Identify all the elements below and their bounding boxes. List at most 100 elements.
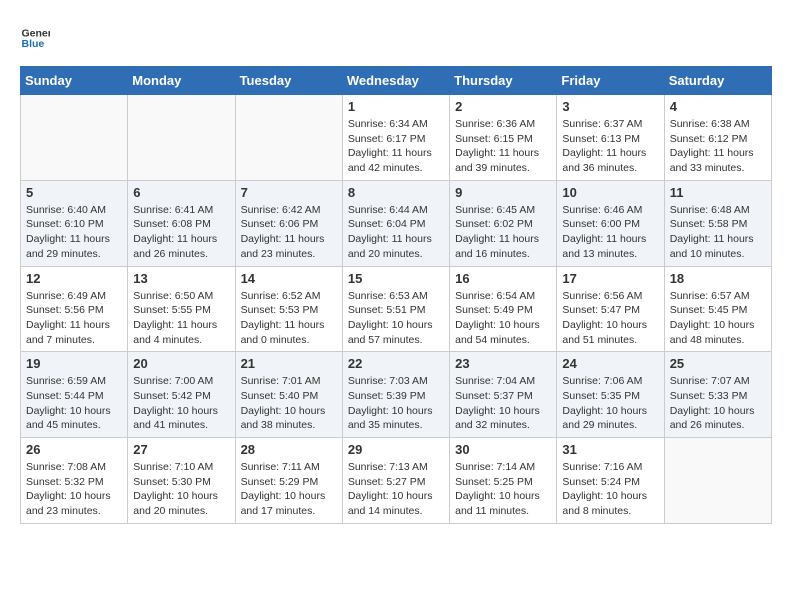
day-info: Sunrise: 6:50 AM Sunset: 5:55 PM Dayligh… [133, 289, 229, 348]
calendar-cell: 11 Sunrise: 6:48 AM Sunset: 5:58 PM Dayli… [664, 180, 771, 266]
day-number: 13 [133, 271, 229, 286]
calendar-cell [21, 95, 128, 181]
day-number: 27 [133, 442, 229, 457]
day-number: 4 [670, 99, 766, 114]
day-header-monday: Monday [128, 67, 235, 95]
day-info: Sunrise: 7:07 AM Sunset: 5:33 PM Dayligh… [670, 374, 766, 433]
day-info: Sunrise: 6:37 AM Sunset: 6:13 PM Dayligh… [562, 117, 658, 176]
day-info: Sunrise: 6:48 AM Sunset: 5:58 PM Dayligh… [670, 203, 766, 262]
day-number: 15 [348, 271, 444, 286]
header-row: SundayMondayTuesdayWednesdayThursdayFrid… [21, 67, 772, 95]
calendar-cell: 2 Sunrise: 6:36 AM Sunset: 6:15 PM Daylig… [450, 95, 557, 181]
day-info: Sunrise: 6:38 AM Sunset: 6:12 PM Dayligh… [670, 117, 766, 176]
day-info: Sunrise: 7:00 AM Sunset: 5:42 PM Dayligh… [133, 374, 229, 433]
day-number: 25 [670, 356, 766, 371]
calendar-week-1: 1Sunrise: 6:34 AM Sunset: 6:17 PM Daylig… [21, 95, 772, 181]
day-info: Sunrise: 6:53 AM Sunset: 5:51 PM Dayligh… [348, 289, 444, 348]
day-number: 9 [455, 185, 551, 200]
calendar-cell [128, 95, 235, 181]
day-info: Sunrise: 6:57 AM Sunset: 5:45 PM Dayligh… [670, 289, 766, 348]
day-number: 30 [455, 442, 551, 457]
calendar-week-5: 26 Sunrise: 7:08 AM Sunset: 5:32 PM Dayli… [21, 438, 772, 524]
day-number: 20 [133, 356, 229, 371]
day-header-tuesday: Tuesday [235, 67, 342, 95]
day-info: Sunrise: 6:46 AM Sunset: 6:00 PM Dayligh… [562, 203, 658, 262]
day-info: Sunrise: 7:11 AM Sunset: 5:29 PM Dayligh… [241, 460, 337, 519]
day-number: 6 [133, 185, 229, 200]
day-number: 11 [670, 185, 766, 200]
day-header-thursday: Thursday [450, 67, 557, 95]
calendar-cell: 31 Sunrise: 7:16 AM Sunset: 5:24 PM Dayli… [557, 438, 664, 524]
day-number: 26 [26, 442, 122, 457]
calendar-cell: 28 Sunrise: 7:11 AM Sunset: 5:29 PM Dayli… [235, 438, 342, 524]
calendar-cell: 12Sunrise: 6:49 AM Sunset: 5:56 PM Dayli… [21, 266, 128, 352]
calendar-cell: 7Sunrise: 6:42 AM Sunset: 6:06 PM Daylig… [235, 180, 342, 266]
day-info: Sunrise: 7:08 AM Sunset: 5:32 PM Dayligh… [26, 460, 122, 519]
calendar-cell: 3 Sunrise: 6:37 AM Sunset: 6:13 PM Daylig… [557, 95, 664, 181]
day-info: Sunrise: 7:03 AM Sunset: 5:39 PM Dayligh… [348, 374, 444, 433]
calendar-cell: 24Sunrise: 7:06 AM Sunset: 5:35 PM Dayli… [557, 352, 664, 438]
day-info: Sunrise: 6:40 AM Sunset: 6:10 PM Dayligh… [26, 203, 122, 262]
day-number: 23 [455, 356, 551, 371]
svg-text:Blue: Blue [22, 38, 45, 50]
day-header-wednesday: Wednesday [342, 67, 449, 95]
day-info: Sunrise: 6:36 AM Sunset: 6:15 PM Dayligh… [455, 117, 551, 176]
calendar-cell: 23Sunrise: 7:04 AM Sunset: 5:37 PM Dayli… [450, 352, 557, 438]
calendar-cell: 26 Sunrise: 7:08 AM Sunset: 5:32 PM Dayli… [21, 438, 128, 524]
day-info: Sunrise: 7:13 AM Sunset: 5:27 PM Dayligh… [348, 460, 444, 519]
calendar-cell: 1Sunrise: 6:34 AM Sunset: 6:17 PM Daylig… [342, 95, 449, 181]
day-number: 31 [562, 442, 658, 457]
day-number: 10 [562, 185, 658, 200]
day-number: 18 [670, 271, 766, 286]
calendar-cell: 5 Sunrise: 6:40 AM Sunset: 6:10 PM Daylig… [21, 180, 128, 266]
day-number: 19 [26, 356, 122, 371]
calendar-cell: 16Sunrise: 6:54 AM Sunset: 5:49 PM Dayli… [450, 266, 557, 352]
day-info: Sunrise: 6:41 AM Sunset: 6:08 PM Dayligh… [133, 203, 229, 262]
calendar-cell: 18 Sunrise: 6:57 AM Sunset: 5:45 PM Dayli… [664, 266, 771, 352]
day-info: Sunrise: 6:34 AM Sunset: 6:17 PM Dayligh… [348, 117, 444, 176]
day-number: 14 [241, 271, 337, 286]
day-info: Sunrise: 6:45 AM Sunset: 6:02 PM Dayligh… [455, 203, 551, 262]
day-info: Sunrise: 7:14 AM Sunset: 5:25 PM Dayligh… [455, 460, 551, 519]
logo: General Blue [20, 20, 54, 50]
calendar-cell: 17 Sunrise: 6:56 AM Sunset: 5:47 PM Dayli… [557, 266, 664, 352]
calendar-cell: 20 Sunrise: 7:00 AM Sunset: 5:42 PM Dayli… [128, 352, 235, 438]
day-number: 29 [348, 442, 444, 457]
day-number: 21 [241, 356, 337, 371]
calendar-cell [664, 438, 771, 524]
day-header-saturday: Saturday [664, 67, 771, 95]
day-info: Sunrise: 6:44 AM Sunset: 6:04 PM Dayligh… [348, 203, 444, 262]
calendar-week-4: 19 Sunrise: 6:59 AM Sunset: 5:44 PM Dayli… [21, 352, 772, 438]
day-number: 28 [241, 442, 337, 457]
day-info: Sunrise: 6:59 AM Sunset: 5:44 PM Dayligh… [26, 374, 122, 433]
calendar-cell: 14Sunrise: 6:52 AM Sunset: 5:53 PM Dayli… [235, 266, 342, 352]
day-header-sunday: Sunday [21, 67, 128, 95]
day-number: 2 [455, 99, 551, 114]
day-info: Sunrise: 6:56 AM Sunset: 5:47 PM Dayligh… [562, 289, 658, 348]
calendar-cell: 25 Sunrise: 7:07 AM Sunset: 5:33 PM Dayli… [664, 352, 771, 438]
day-number: 16 [455, 271, 551, 286]
calendar-cell: 10 Sunrise: 6:46 AM Sunset: 6:00 PM Dayli… [557, 180, 664, 266]
day-info: Sunrise: 7:16 AM Sunset: 5:24 PM Dayligh… [562, 460, 658, 519]
calendar-table: SundayMondayTuesdayWednesdayThursdayFrid… [20, 66, 772, 524]
day-number: 5 [26, 185, 122, 200]
logo-icon: General Blue [20, 20, 50, 50]
calendar-cell: 9 Sunrise: 6:45 AM Sunset: 6:02 PM Daylig… [450, 180, 557, 266]
calendar-week-3: 12Sunrise: 6:49 AM Sunset: 5:56 PM Dayli… [21, 266, 772, 352]
calendar-cell: 4 Sunrise: 6:38 AM Sunset: 6:12 PM Daylig… [664, 95, 771, 181]
day-info: Sunrise: 7:06 AM Sunset: 5:35 PM Dayligh… [562, 374, 658, 433]
calendar-cell: 22 Sunrise: 7:03 AM Sunset: 5:39 PM Dayli… [342, 352, 449, 438]
calendar-cell: 27 Sunrise: 7:10 AM Sunset: 5:30 PM Dayli… [128, 438, 235, 524]
calendar-cell: 15 Sunrise: 6:53 AM Sunset: 5:51 PM Dayli… [342, 266, 449, 352]
day-number: 3 [562, 99, 658, 114]
calendar-cell: 13 Sunrise: 6:50 AM Sunset: 5:55 PM Dayli… [128, 266, 235, 352]
calendar-cell: 21Sunrise: 7:01 AM Sunset: 5:40 PM Dayli… [235, 352, 342, 438]
calendar-cell: 6 Sunrise: 6:41 AM Sunset: 6:08 PM Daylig… [128, 180, 235, 266]
day-number: 22 [348, 356, 444, 371]
day-number: 17 [562, 271, 658, 286]
calendar-cell [235, 95, 342, 181]
calendar-cell: 19 Sunrise: 6:59 AM Sunset: 5:44 PM Dayli… [21, 352, 128, 438]
day-info: Sunrise: 7:10 AM Sunset: 5:30 PM Dayligh… [133, 460, 229, 519]
calendar-cell: 29 Sunrise: 7:13 AM Sunset: 5:27 PM Dayli… [342, 438, 449, 524]
calendar-week-2: 5 Sunrise: 6:40 AM Sunset: 6:10 PM Daylig… [21, 180, 772, 266]
